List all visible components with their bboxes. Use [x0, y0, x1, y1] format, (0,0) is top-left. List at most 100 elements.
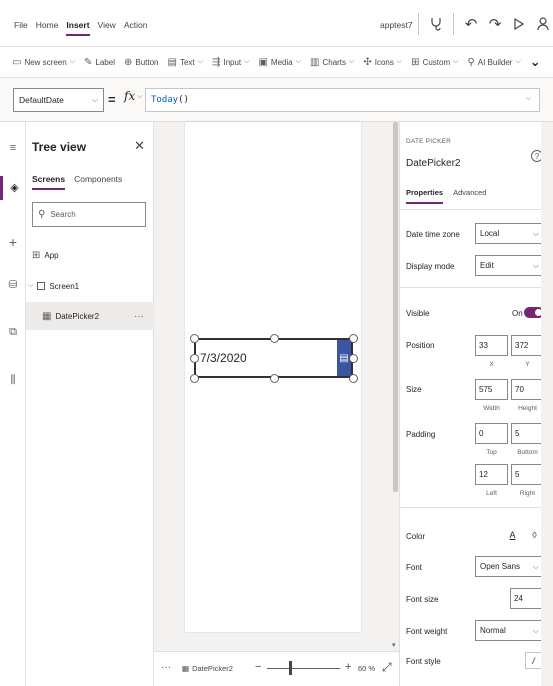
padding-bottom-input[interactable]: 5 — [511, 423, 544, 444]
tree-item-datepicker2[interactable]: ▦ DatePicker2 ··· — [26, 302, 154, 330]
font-style-label: Font style — [406, 657, 441, 666]
custom-button[interactable]: ⊞ Custom ⌵ — [411, 57, 458, 68]
date-time-zone-dropdown[interactable]: Local ⌵ — [475, 223, 544, 244]
resize-handle[interactable] — [349, 334, 358, 343]
zoom-out-button[interactable]: − — [255, 661, 261, 673]
zoom-in-button[interactable]: + — [345, 661, 351, 673]
tab-screens[interactable]: Screens — [32, 174, 66, 190]
undo-icon[interactable]: ↶ — [464, 15, 478, 33]
menu-home[interactable]: Home — [36, 20, 59, 36]
menu-insert[interactable]: Insert — [66, 20, 90, 36]
dropdown-value: Open Sans — [480, 562, 521, 571]
size-width-input[interactable]: 575 — [475, 379, 508, 400]
button-button[interactable]: ⊕ Button — [124, 57, 159, 68]
more-ribbon-button[interactable]: ⌄ — [530, 54, 541, 70]
text-button[interactable]: ▤ Text ⌵ — [168, 57, 203, 68]
position-y-input[interactable]: 372 — [511, 335, 544, 356]
tab-properties[interactable]: Properties — [406, 188, 444, 204]
padding-left-input[interactable]: 12 — [475, 464, 508, 485]
resize-handle[interactable] — [270, 374, 279, 383]
tools-icon[interactable]: ⫼ — [0, 374, 26, 387]
font-size-input[interactable]: 24 — [510, 588, 544, 609]
user-icon[interactable] — [536, 15, 550, 33]
font-weight-dropdown[interactable]: Normal ⌵ — [475, 620, 544, 641]
chevron-down-icon: ⌵ — [295, 58, 302, 65]
label-button[interactable]: ✎ Label — [84, 57, 115, 68]
resize-handle[interactable] — [349, 354, 358, 363]
properties-scrollbar[interactable] — [541, 122, 553, 686]
fx-icon[interactable]: fx — [124, 89, 135, 103]
position-x-input[interactable]: 33 — [475, 335, 508, 356]
plus-icon[interactable]: + — [0, 234, 26, 250]
expand-formula-icon[interactable]: ⌵ — [526, 95, 531, 103]
icons-icon: ✣ — [363, 56, 372, 68]
datepicker2-control[interactable]: 7/3/2020 ▤ — [194, 338, 353, 378]
dropdown-value: Edit — [480, 261, 494, 270]
zoom-slider-thumb[interactable] — [289, 661, 292, 675]
media-button[interactable]: ▣ Media ⌵ — [258, 57, 301, 68]
stethoscope-icon[interactable] — [429, 15, 443, 33]
ai-builder-button[interactable]: ⚲ AI Builder ⌵ — [467, 57, 520, 68]
more-options-icon[interactable]: ··· — [134, 311, 144, 322]
resize-handle[interactable] — [270, 334, 279, 343]
tree-item-label: Screen1 — [49, 281, 80, 291]
display-mode-label: Display mode — [406, 262, 455, 271]
formula-input[interactable]: Today() — [145, 88, 540, 112]
top-label: Top — [486, 449, 497, 456]
resize-handle[interactable] — [190, 374, 199, 383]
ribbon-label: New screen — [24, 57, 67, 67]
chevron-down-icon: ⌵ — [197, 58, 203, 65]
zoom-slider[interactable] — [267, 668, 340, 669]
property-dropdown[interactable]: DefaultDate ⌵ — [13, 88, 104, 112]
close-icon[interactable]: ✕ — [134, 138, 145, 154]
size-height-input[interactable]: 70 — [511, 379, 544, 400]
font-dropdown[interactable]: Open Sans ⌵ — [475, 556, 544, 577]
new-screen-button[interactable]: ▭ New screen ⌵ — [12, 57, 75, 68]
menu-action[interactable]: Action — [124, 20, 148, 36]
resize-handle[interactable] — [349, 374, 358, 383]
display-mode-dropdown[interactable]: Edit ⌵ — [475, 255, 544, 276]
redo-icon[interactable]: ↷ — [488, 15, 502, 33]
media-panel-icon[interactable]: ⧉ — [0, 326, 26, 339]
custom-icon: ⊞ — [411, 56, 420, 68]
italic-button[interactable]: / — [525, 652, 542, 669]
chevron-down-icon[interactable]: ⌵ — [137, 93, 142, 101]
breadcrumb[interactable]: ▦ DatePicker2 — [182, 664, 233, 673]
charts-button[interactable]: ▥ Charts ⌵ — [310, 57, 354, 68]
chevron-down-icon: ⌵ — [91, 95, 98, 104]
tree-item-app[interactable]: ⊞ App — [26, 241, 154, 269]
menu-view[interactable]: View — [98, 20, 116, 36]
divider — [418, 13, 419, 35]
scroll-down-icon[interactable]: ▾ — [392, 641, 396, 649]
tree-search-input[interactable]: ⚲ Search — [32, 202, 146, 227]
play-icon[interactable] — [512, 15, 526, 33]
menu-file[interactable]: File — [14, 20, 28, 36]
resize-handle[interactable] — [190, 334, 199, 343]
fit-to-window-icon[interactable]: ⤢ — [382, 660, 392, 675]
resize-handle[interactable] — [190, 354, 199, 363]
tree-item-screen1[interactable]: ⌵ Screen1 — [26, 272, 154, 300]
x-label: X — [489, 361, 494, 368]
chevron-down-icon: ⌵ — [28, 282, 34, 289]
top-toolbar: ↶ ↷ ? — [418, 13, 553, 35]
left-label: Left — [486, 490, 497, 497]
layers-icon[interactable]: ◈ — [0, 176, 26, 200]
icons-button[interactable]: ✣ Icons ⌵ — [363, 57, 402, 68]
database-icon[interactable]: ⛁ — [0, 278, 26, 291]
scrollbar-thumb[interactable] — [393, 122, 398, 492]
dropdown-value: Normal — [480, 626, 506, 635]
tab-advanced[interactable]: Advanced — [453, 188, 486, 204]
input-button[interactable]: ⇶ Input ⌵ — [212, 57, 250, 68]
more-icon[interactable]: ··· — [161, 662, 171, 673]
chevron-down-icon: ⌵ — [532, 260, 539, 270]
padding-top-input[interactable]: 0 — [475, 423, 508, 444]
padding-right-input[interactable]: 5 — [511, 464, 544, 485]
ribbon-label: Label — [95, 57, 115, 67]
visible-label: Visible — [406, 309, 430, 318]
font-color-icon[interactable]: A — [504, 526, 521, 543]
hamburger-icon[interactable]: ≡ — [0, 142, 26, 154]
ai-builder-icon: ⚲ — [467, 56, 475, 68]
tab-components[interactable]: Components — [74, 174, 122, 190]
padding-label: Padding — [406, 430, 436, 439]
dropdown-value: Local — [480, 229, 500, 238]
